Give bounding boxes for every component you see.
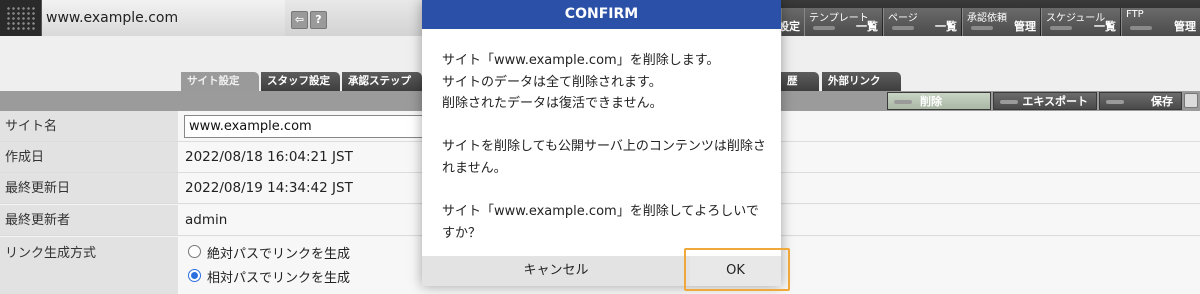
nav-sub-label: 一覧 xyxy=(856,20,878,33)
help-icon[interactable]: ? xyxy=(310,11,327,29)
message-line: 削除されたデータは復活できません。 xyxy=(442,96,663,112)
field-label: リンク生成方式 xyxy=(0,237,178,294)
site-title: www.example.com xyxy=(42,0,285,36)
indicator-icon xyxy=(894,100,912,104)
dialog-title: CONFIRM xyxy=(422,0,781,29)
export-button[interactable]: エキスポート xyxy=(993,92,1097,110)
export-label: エキスポート xyxy=(1022,95,1088,108)
created-date: 2022/08/18 16:04:21 JST xyxy=(185,149,353,165)
radio-label[interactable]: 相対パスでリンクを生成 xyxy=(207,267,350,286)
field-label: 最終更新者 xyxy=(0,205,178,235)
tab-approval-steps[interactable]: 承認ステップ xyxy=(342,72,422,91)
field-label: サイト名 xyxy=(0,111,178,141)
indicator-icon xyxy=(1106,100,1124,104)
indicator-icon xyxy=(892,26,914,30)
app-logo[interactable] xyxy=(0,0,42,36)
tab-site-settings[interactable]: サイト設定 xyxy=(181,72,259,91)
radio-label[interactable]: 絶対パスでリンクを生成 xyxy=(207,243,350,262)
updated-date: 2022/08/19 14:34:42 JST xyxy=(185,180,353,196)
delete-label: 削除 xyxy=(920,95,942,108)
radio-absolute[interactable] xyxy=(188,245,201,258)
nav-ftp[interactable]: FTP 管理 xyxy=(1121,8,1200,36)
message-line: サイトのデータは全て削除されます。 xyxy=(442,74,662,90)
indicator-icon xyxy=(1130,26,1152,30)
indicator-icon xyxy=(813,26,835,30)
field-label: 作成日 xyxy=(0,142,178,172)
message-line: サイト「www.example.com」を削除してよろしいですか？ xyxy=(442,204,759,241)
site-name-input[interactable] xyxy=(184,115,444,138)
confirm-dialog: CONFIRM サイト「www.example.com」を削除します。 サイトの… xyxy=(422,0,781,286)
nav-label: 承認依頼 xyxy=(967,13,1007,24)
nav-settings[interactable]: 設定 xyxy=(778,8,804,36)
delete-button[interactable]: 削除 xyxy=(887,92,991,110)
field-label: 最終更新日 xyxy=(0,173,178,203)
nav-sub-label: 一覧 xyxy=(935,20,957,33)
indicator-icon xyxy=(971,26,993,30)
nav-sub-label: 管理 xyxy=(1014,20,1036,33)
nav-approvals[interactable]: 承認依頼 管理 xyxy=(962,8,1040,36)
print-icon[interactable] xyxy=(1184,93,1198,108)
nav-label: ページ xyxy=(888,13,918,24)
message-line: サイトを削除しても公開サーバ上のコンテンツは削除されません。 xyxy=(442,139,766,176)
indicator-icon xyxy=(1050,26,1072,30)
logout-icon[interactable]: ⇦ xyxy=(291,11,308,29)
tab-staff-settings[interactable]: スタッフ設定 xyxy=(261,72,340,91)
nav-sub-label: 管理 xyxy=(1174,20,1196,33)
tab-external-links[interactable]: 外部リンク xyxy=(822,72,901,91)
message-line: サイト「www.example.com」を削除します。 xyxy=(442,53,720,68)
tab-history[interactable]: 歴 xyxy=(781,72,819,91)
nav-label: 設定 xyxy=(778,20,800,33)
dialog-message: サイト「www.example.com」を削除します。 サイトのデータは全て削除… xyxy=(442,50,767,244)
cancel-button[interactable]: キャンセル xyxy=(422,256,690,286)
grid-icon xyxy=(6,6,36,30)
nav-sub-label: 一覧 xyxy=(1094,20,1116,33)
nav-pages[interactable]: ページ 一覧 xyxy=(883,8,961,36)
radio-relative[interactable] xyxy=(188,269,201,282)
save-button[interactable]: 保存 xyxy=(1099,92,1182,110)
updater-name: admin xyxy=(185,212,228,228)
nav-schedule[interactable]: スケジュール 一覧 xyxy=(1041,8,1120,36)
ok-focus-ring xyxy=(684,248,790,291)
nav-templates[interactable]: テンプレート 一覧 xyxy=(804,8,882,36)
nav-label: FTP xyxy=(1126,9,1144,20)
save-label: 保存 xyxy=(1151,95,1173,108)
header-toolbar: ⇦ ? xyxy=(285,0,422,36)
indicator-icon xyxy=(1000,100,1018,104)
